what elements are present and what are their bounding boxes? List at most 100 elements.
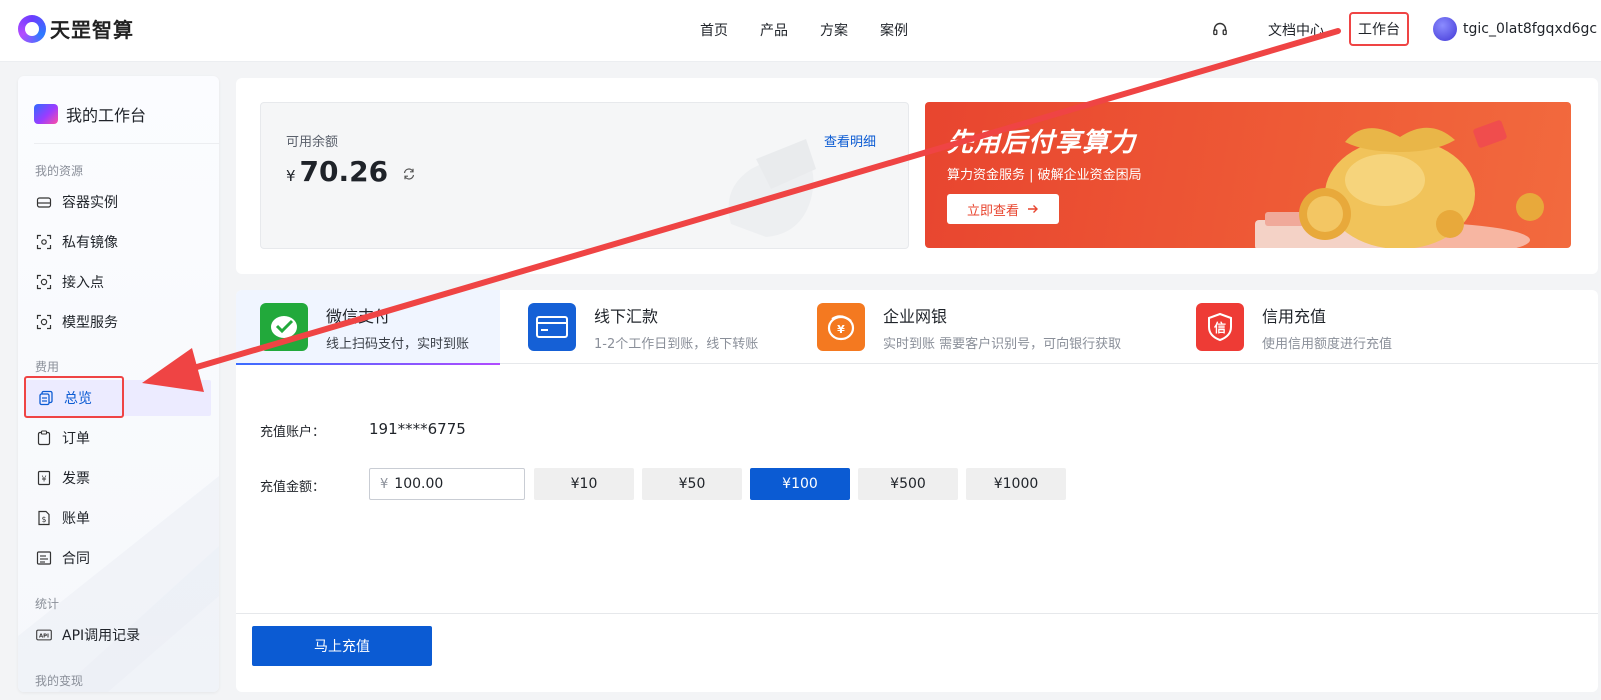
- endpoint-icon: [36, 274, 52, 290]
- currency-symbol: ¥: [286, 167, 296, 185]
- preset-10[interactable]: ¥10: [534, 468, 634, 500]
- footer-divider: [236, 613, 1598, 614]
- arrow-right-icon: [1028, 205, 1038, 213]
- invoice-icon: ¥: [36, 470, 52, 486]
- payment-method-tabs: 微信支付 线上扫码支付，实时到账 线下汇款 1-2个工作日到账，线下转账 ¥ 企…: [236, 290, 1598, 365]
- tab-title: 微信支付: [326, 306, 391, 326]
- tab-description: 实时到账 需要客户识别号，可向银行获取: [883, 336, 1122, 352]
- nav-products[interactable]: 产品: [760, 20, 788, 40]
- group-earnings: 我的变现: [35, 674, 84, 688]
- brand-logo[interactable]: 天罡智算: [18, 14, 134, 43]
- tab-offline-transfer[interactable]: 线下汇款 1-2个工作日到账，线下转账: [528, 290, 758, 364]
- svg-text:$: $: [42, 515, 47, 524]
- tab-description: 使用信用额度进行充值: [1262, 336, 1393, 352]
- sidebar-item-label: 私有镜像: [62, 235, 118, 251]
- svg-text:API: API: [39, 634, 49, 640]
- group-resources: 我的资源: [35, 164, 84, 178]
- doc-center-link[interactable]: 文档中心: [1268, 20, 1324, 40]
- sidebar-divider: [34, 143, 220, 144]
- tab-wechat-pay[interactable]: 微信支付 线上扫码支付，实时到账: [236, 290, 500, 365]
- wallet-decoration: [728, 139, 816, 237]
- wechat-icon: [260, 303, 308, 351]
- banner-button-label: 立即查看: [966, 203, 1019, 219]
- tab-title: 信用充值: [1262, 306, 1327, 326]
- credit-icon: 信: [1196, 303, 1244, 351]
- sidebar-item-label: 容器实例: [62, 195, 118, 211]
- view-detail-link[interactable]: 查看明细: [824, 131, 876, 150]
- nav-home[interactable]: 首页: [700, 20, 728, 40]
- sidebar-item-bills[interactable]: $ 账单: [34, 500, 220, 536]
- tab-credit-recharge[interactable]: 信 信用充值 使用信用额度进行充值: [1196, 290, 1392, 364]
- sidebar-item-api-log[interactable]: API API调用记录: [34, 617, 220, 653]
- api-icon: API: [36, 627, 52, 643]
- recharge-panel: 微信支付 线上扫码支付，实时到账 线下汇款 1-2个工作日到账，线下转账 ¥ 企…: [236, 290, 1598, 692]
- contract-icon: [36, 550, 52, 566]
- promo-banner[interactable]: 先用后付享算力 算力资金服务 | 破解企业资金困局 立即查看: [925, 102, 1571, 248]
- amount-input[interactable]: [394, 476, 495, 492]
- preset-1000[interactable]: ¥1000: [966, 468, 1066, 500]
- tab-online-banking[interactable]: ¥ 企业网银 实时到账 需要客户识别号，可向银行获取: [817, 290, 1121, 364]
- tab-description: 1-2个工作日到账，线下转账: [594, 336, 759, 352]
- tab-title: 线下汇款: [594, 306, 659, 326]
- bill-icon: $: [36, 510, 52, 526]
- sidebar-item-label: API调用记录: [62, 628, 141, 644]
- amount-field[interactable]: ¥: [369, 468, 525, 500]
- sidebar-item-contracts[interactable]: 合同: [34, 540, 220, 576]
- preset-100[interactable]: ¥100: [750, 468, 850, 500]
- workbench-link[interactable]: 工作台: [1349, 12, 1409, 46]
- banner-view-button[interactable]: 立即查看: [947, 194, 1059, 224]
- card-icon: [528, 303, 576, 351]
- nav-solutions[interactable]: 方案: [820, 20, 848, 40]
- sidebar-item-label: 订单: [62, 431, 90, 447]
- sidebar-item-endpoint[interactable]: 接入点: [34, 264, 220, 300]
- top-bar: 天罡智算 首页 产品 方案 案例 文档中心 工作台 tgic_0lat8fgqx…: [0, 0, 1601, 62]
- sidebar-item-model[interactable]: 模型服务: [34, 304, 220, 340]
- avatar: [1433, 17, 1457, 41]
- image-scan-icon: [36, 234, 52, 250]
- preset-500[interactable]: ¥500: [858, 468, 958, 500]
- balance-label: 可用余额: [286, 135, 339, 150]
- brand-name: 天罡智算: [50, 18, 134, 42]
- money-bag-illustration: [1255, 120, 1544, 248]
- sidebar-item-orders[interactable]: 订单: [34, 420, 220, 456]
- logo-icon: [18, 14, 46, 43]
- group-stats: 统计: [35, 597, 60, 611]
- amount-label: 充值金额：: [260, 480, 326, 495]
- balance-value: 70.26: [299, 155, 389, 188]
- banner-headline: 先用后付享算力: [947, 128, 1137, 158]
- account-label: 充值账户：: [260, 425, 326, 440]
- sidebar-item-label: 发票: [62, 471, 90, 487]
- svg-text:¥: ¥: [837, 323, 845, 336]
- user-menu[interactable]: tgic_0lat8fgqxd6gc: [1433, 17, 1597, 41]
- balance-amount: ¥ 70.26: [286, 155, 416, 188]
- sidebar-item-label: 合同: [62, 551, 90, 567]
- username: tgic_0lat8fgqxd6gc: [1463, 21, 1598, 37]
- main-nav: 首页 产品 方案 案例: [700, 0, 908, 60]
- sidebar-item-label: 模型服务: [62, 315, 118, 331]
- group-billing: 费用: [35, 360, 60, 374]
- workbench-icon: [34, 104, 58, 124]
- highlight-box-overview: [24, 376, 124, 418]
- sidebar-title-text: 我的工作台: [66, 106, 147, 125]
- recharge-submit-button[interactable]: 马上充值: [252, 626, 432, 666]
- bank-icon: ¥: [817, 303, 865, 351]
- sidebar-item-image[interactable]: 私有镜像: [34, 224, 220, 260]
- clipboard-icon: [36, 430, 52, 446]
- svg-text:¥: ¥: [41, 475, 46, 484]
- sidebar-item-invoice[interactable]: ¥ 发票: [34, 460, 220, 496]
- svg-text:信: 信: [1214, 320, 1226, 335]
- hard-drive-icon: [36, 194, 52, 210]
- banner-subtitle: 算力资金服务 | 破解企业资金困局: [947, 168, 1142, 183]
- amount-prefix: ¥: [380, 476, 389, 492]
- sidebar-item-label: 接入点: [62, 275, 104, 291]
- tab-description: 线上扫码支付，实时到账: [326, 336, 470, 352]
- preset-50[interactable]: ¥50: [642, 468, 742, 500]
- account-value: 191****6775: [369, 420, 466, 438]
- refresh-icon[interactable]: [402, 167, 416, 181]
- model-icon: [36, 314, 52, 330]
- sidebar-item-container[interactable]: 容器实例: [34, 184, 220, 220]
- nav-cases[interactable]: 案例: [880, 20, 908, 40]
- sidebar-item-label: 账单: [62, 511, 90, 527]
- tab-title: 企业网银: [883, 306, 948, 326]
- headset-icon[interactable]: [1212, 21, 1228, 37]
